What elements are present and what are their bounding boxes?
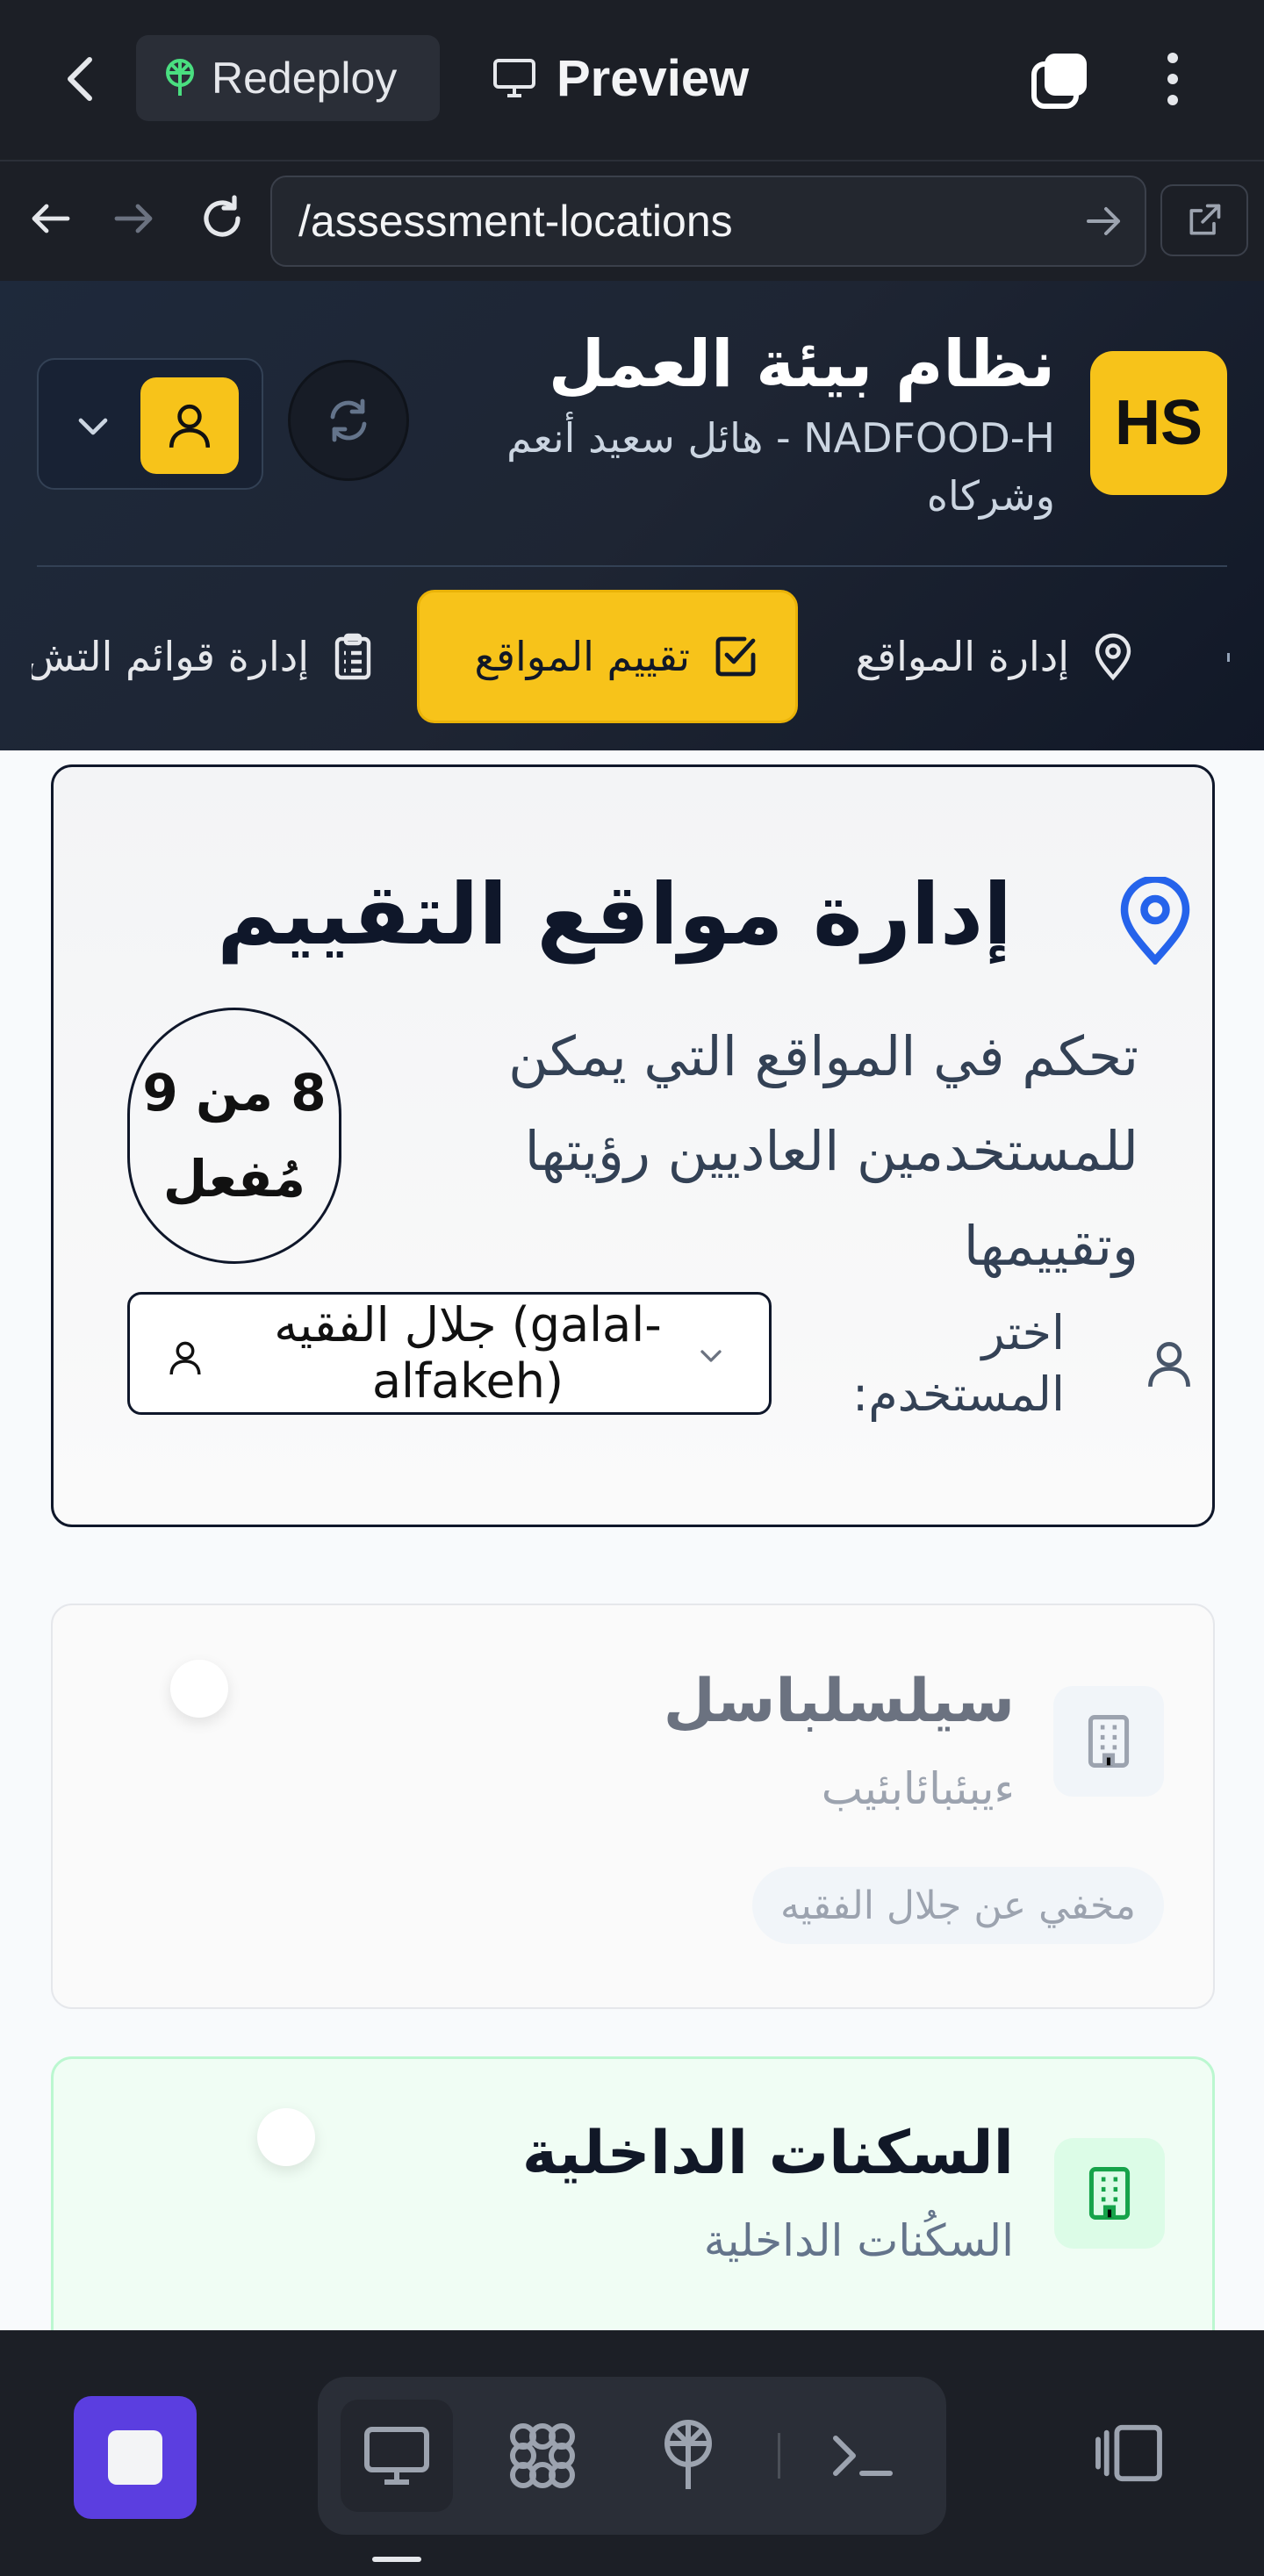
tab-locations-management[interactable]: إدارة المواقع bbox=[856, 590, 1134, 723]
tab-label: إدارة المواقع bbox=[855, 633, 1069, 680]
shell-tool-button[interactable] bbox=[806, 2400, 918, 2512]
preview-tool-button[interactable] bbox=[341, 2400, 453, 2512]
app-title: نظام بيئة العمل bbox=[548, 326, 1055, 402]
user-avatar bbox=[140, 377, 239, 474]
bottom-toolbar bbox=[0, 2330, 1264, 2576]
user-icon bbox=[1148, 1342, 1190, 1388]
building-icon bbox=[1088, 2167, 1131, 2220]
terminal-icon bbox=[833, 2436, 893, 2476]
user-icon bbox=[169, 404, 211, 448]
tool-group bbox=[318, 2377, 946, 2535]
location-card: السكنات الداخلية السكُنات الداخلية bbox=[51, 2056, 1215, 2330]
nav-forward-icon[interactable] bbox=[104, 188, 165, 249]
tab-checklists-management[interactable]: إدارة قوائم التش bbox=[32, 590, 374, 723]
agent-tool-button[interactable] bbox=[486, 2400, 599, 2512]
tab-overflow-indicator bbox=[1227, 653, 1230, 662]
app-subtitle: NADFOOD-H - هائل سعيد أنعم وشركاه bbox=[506, 414, 1055, 520]
back-button[interactable] bbox=[56, 44, 105, 114]
preview-tab[interactable]: Preview bbox=[492, 35, 749, 121]
check-square-icon bbox=[715, 636, 756, 677]
visibility-toggle[interactable] bbox=[170, 1660, 228, 1718]
stop-icon bbox=[108, 2430, 162, 2485]
browser-top-bar: Redeploy Preview bbox=[0, 0, 1264, 160]
user-menu-button[interactable] bbox=[37, 358, 263, 490]
app-logo: HS bbox=[1090, 351, 1227, 495]
user-icon bbox=[169, 1341, 201, 1375]
page-description: تحكم في المواقع التي يمكن للمستخدمين الع… bbox=[508, 1024, 1138, 1278]
deploy-tool-button[interactable] bbox=[632, 2400, 744, 2512]
location-icon-box bbox=[1054, 2138, 1165, 2249]
visibility-toggle[interactable] bbox=[257, 2108, 315, 2166]
map-pin-icon bbox=[1095, 633, 1131, 681]
visibility-badge: مخفي عن جلال الفقيه bbox=[751, 1867, 1164, 1944]
clipboard-list-icon bbox=[334, 633, 371, 680]
map-pin-icon bbox=[1120, 877, 1190, 965]
tab-locations-assessment[interactable]: تقييم المواقع bbox=[417, 590, 798, 723]
redeploy-button[interactable]: Redeploy bbox=[136, 35, 440, 121]
chevron-down-icon bbox=[700, 1350, 722, 1362]
address-bar: /assessment-locations bbox=[0, 160, 1264, 281]
deploy-icon bbox=[664, 2420, 712, 2489]
go-arrow-icon[interactable] bbox=[1083, 200, 1125, 242]
side-panel-button[interactable] bbox=[1085, 2400, 1173, 2506]
page-title: إدارة مواقع التقييم bbox=[217, 865, 1012, 964]
selected-user-value: جلال الفقيه (galal-alfakeh) bbox=[274, 1297, 662, 1409]
enabled-count-badge: 8 من 9 مُفعل bbox=[127, 1008, 341, 1264]
tool-divider bbox=[778, 2433, 780, 2479]
nav-back-icon[interactable] bbox=[19, 188, 81, 249]
url-field[interactable]: /assessment-locations bbox=[270, 176, 1146, 267]
building-icon bbox=[1088, 1715, 1130, 1768]
user-select-dropdown[interactable]: جلال الفقيه (galal-alfakeh) bbox=[127, 1292, 772, 1415]
assessment-locations-panel: إدارة مواقع التقييم تحكم في المواقع التي… bbox=[51, 764, 1215, 1527]
location-description: ءيبئبائابئيب bbox=[821, 1763, 1015, 1814]
location-description: السكُنات الداخلية bbox=[703, 2215, 1014, 2266]
external-link-icon bbox=[1189, 204, 1221, 235]
chevron-down-icon bbox=[78, 418, 108, 435]
location-icon-box bbox=[1053, 1686, 1164, 1797]
refresh-button[interactable] bbox=[288, 360, 409, 481]
location-name: سيلسلباسل bbox=[663, 1667, 1015, 1736]
url-text: /assessment-locations bbox=[298, 197, 733, 246]
location-name: السكنات الداخلية bbox=[521, 2119, 1014, 2188]
open-external-button[interactable] bbox=[1160, 184, 1248, 256]
stop-button[interactable] bbox=[74, 2396, 197, 2519]
location-card: سيلسلباسل ءيبئبائابئيب مخفي عن جلال الفق… bbox=[51, 1604, 1215, 2009]
header-divider bbox=[37, 565, 1227, 567]
agent-icon bbox=[510, 2423, 575, 2488]
side-panel-icon bbox=[1095, 2424, 1162, 2482]
user-select-label: اختر المستخدم: bbox=[852, 1305, 1065, 1422]
reload-icon[interactable] bbox=[191, 188, 253, 249]
main-content: إدارة مواقع التقييم تحكم في المواقع التي… bbox=[0, 750, 1264, 2330]
refresh-icon bbox=[330, 398, 367, 442]
monitor-icon bbox=[493, 59, 535, 97]
redeploy-label: Redeploy bbox=[212, 54, 398, 103]
home-indicator bbox=[372, 2557, 421, 2562]
tabs-icon bbox=[1031, 54, 1087, 109]
tab-label: إدارة قوائم التش bbox=[32, 633, 309, 680]
tab-label: تقييم المواقع bbox=[474, 633, 690, 680]
tabs-switcher-button[interactable] bbox=[1029, 48, 1092, 111]
chevron-left-icon bbox=[68, 57, 92, 101]
redeploy-icon bbox=[166, 59, 194, 96]
monitor-icon bbox=[364, 2427, 429, 2485]
app-header: HS نظام بيئة العمل NADFOOD-H - هائل سعيد… bbox=[0, 281, 1264, 750]
more-options-icon[interactable] bbox=[1155, 44, 1190, 114]
preview-label: Preview bbox=[557, 49, 750, 107]
